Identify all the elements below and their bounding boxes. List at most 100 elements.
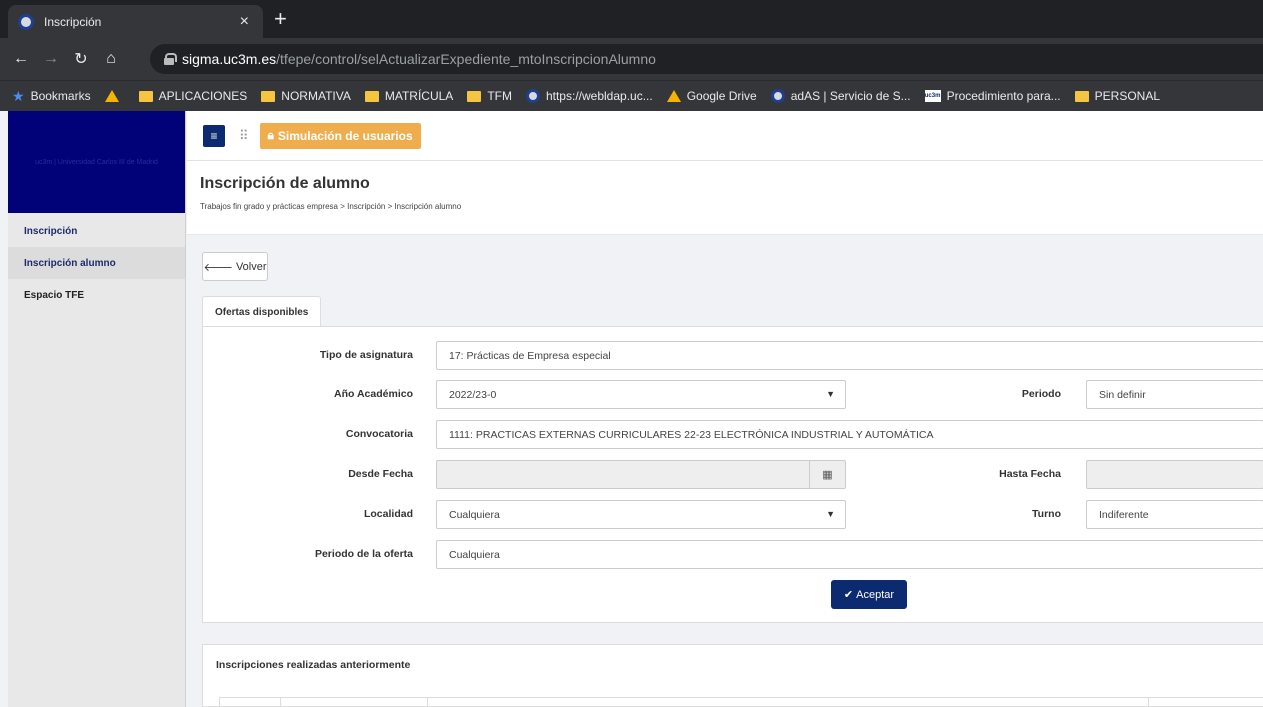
convocatoria-value: 1111: PRACTICAS EXTERNAS CURRICULARES 22… [449, 428, 934, 441]
checkmark-icon: ✔ [843, 589, 854, 601]
previous-registrations-table [219, 697, 1263, 707]
tipo-asignatura-value: 17: Prácticas de Empresa especial [449, 349, 611, 362]
anio-academico-select[interactable]: 2022/23-0 ▼ [436, 380, 846, 409]
bookmark-drive-shortcut[interactable] [104, 90, 125, 102]
bookmark-google-drive[interactable]: Google Drive [666, 89, 757, 103]
sidebar-item-label: Inscripción alumno [24, 257, 116, 269]
tipo-asignatura-label: Tipo de asignatura [319, 349, 413, 361]
url-path: /tfepe/control/selActualizarExpediente_m… [276, 51, 656, 67]
new-tab-icon[interactable]: + [274, 8, 287, 30]
previous-registrations-panel: Inscripciones realizadas anteriormente [202, 644, 1263, 707]
bookmark-label: Bookmarks [30, 89, 91, 103]
breadcrumb: Trabajos fin grado y prácticas empresa >… [200, 202, 462, 211]
anio-academico-value: 2022/23-0 [449, 388, 497, 401]
brand-text: uc3m | Universidad Carlos III de Madrid [35, 158, 158, 166]
bookmark-procedimiento[interactable]: uc3m Procedimiento para... [924, 89, 1061, 103]
previous-registrations-title: Inscripciones realizadas anteriormente [216, 659, 411, 671]
bookmark-tfm[interactable]: TFM [467, 89, 512, 103]
hasta-fecha-label: Hasta Fecha [999, 468, 1061, 480]
bookmarks-bar: ★ Bookmarks APLICACIONES NORMATIVA MATRÍC… [0, 80, 1263, 111]
bookmark-label: MATRÍCULA [384, 89, 454, 103]
bookmark-personal[interactable]: PERSONAL [1074, 89, 1160, 103]
bookmark-adas[interactable]: adAS | Servicio de S... [770, 89, 911, 103]
turno-value: Indiferente [1099, 508, 1149, 521]
sidebar-item-label: Inscripción [24, 225, 78, 237]
page-title: Inscripción de alumno [200, 175, 370, 192]
localidad-select[interactable]: Cualquiera ▼ [436, 500, 846, 529]
convocatoria-label: Convocatoria [345, 428, 413, 440]
user-simulation-label: Simulación de usuarios [277, 128, 413, 143]
reload-icon[interactable]: ↻ [66, 49, 96, 69]
google-drive-icon [104, 90, 119, 102]
anio-academico-label: Año Académico [334, 388, 413, 400]
periodo-oferta-field[interactable]: Cualquiera [436, 540, 1263, 569]
google-drive-icon [666, 90, 681, 102]
bookmark-label: Procedimiento para... [946, 89, 1061, 103]
sidebar-item-inscripcion[interactable]: Inscripción [8, 215, 185, 247]
desde-fecha-input[interactable]: ▦ [436, 460, 846, 489]
periodo-label: Periodo [1021, 388, 1061, 400]
back-arrow-icon[interactable]: ← [6, 50, 36, 68]
bookmark-label: https://webldap.uc... [545, 89, 653, 103]
close-tab-icon[interactable]: × [240, 13, 249, 31]
localidad-value: Cualquiera [449, 508, 500, 521]
folder-icon [364, 90, 379, 102]
folder-icon [138, 90, 153, 102]
bookmark-matricula[interactable]: MATRÍCULA [364, 89, 454, 103]
tab-label: Ofertas disponibles [215, 306, 309, 318]
localidad-label: Localidad [363, 508, 413, 520]
sidebar-item-inscripcion-alumno[interactable]: Inscripción alumno [8, 247, 185, 279]
browser-tab[interactable]: Inscripción × [8, 5, 263, 38]
bookmark-normativa[interactable]: NORMATIVA [261, 89, 351, 103]
page-header: Inscripción de alumno Trabajos fin grado… [187, 161, 1263, 235]
url-host: sigma.uc3m.es [182, 51, 277, 67]
bookmark-webldap[interactable]: https://webldap.uc... [525, 89, 653, 103]
star-icon: ★ [12, 87, 25, 104]
tab-ofertas-disponibles[interactable]: Ofertas disponibles [202, 296, 322, 327]
browser-tab-strip: Inscripción × + [0, 0, 1263, 38]
folder-icon [261, 90, 276, 102]
table-column-divider [427, 698, 428, 707]
periodo-oferta-value: Cualquiera [449, 548, 500, 561]
back-button[interactable]: 🡐 Volver [202, 252, 268, 281]
bookmark-label: PERSONAL [1094, 89, 1160, 103]
chevron-down-icon: ▼ [826, 389, 835, 399]
site-favicon-icon [18, 13, 34, 30]
turno-field[interactable]: Indiferente [1086, 500, 1263, 529]
lock-icon: 🔒︎ [267, 128, 274, 142]
app-sidebar: uc3m | Universidad Carlos III de Madrid … [8, 111, 186, 707]
globe-icon [770, 89, 785, 103]
sidebar-item-label: Espacio TFE [24, 289, 85, 301]
globe-icon [525, 89, 540, 103]
bookmark-label: adAS | Servicio de S... [790, 89, 911, 103]
apps-grid-icon[interactable]: ⠿ [239, 128, 248, 144]
calendar-icon[interactable]: ▦ [809, 461, 845, 488]
hamburger-icon: ≡ [210, 128, 218, 143]
uc3m-icon: uc3m [924, 90, 941, 102]
hasta-fecha-input[interactable] [1086, 460, 1263, 489]
desde-fecha-label: Desde Fecha [348, 468, 413, 480]
tipo-asignatura-field[interactable]: 17: Prácticas de Empresa especial [436, 341, 1263, 370]
back-button-label: Volver [235, 260, 267, 273]
bookmark-bookmarks[interactable]: ★ Bookmarks [12, 88, 91, 105]
turno-label: Turno [1032, 508, 1061, 520]
bookmark-aplicaciones[interactable]: APLICACIONES [138, 89, 248, 103]
home-icon[interactable]: ⌂ [96, 50, 126, 68]
browser-tab-title: Inscripción [44, 14, 102, 29]
table-column-divider [280, 698, 281, 707]
sidebar-item-espacio-tfe[interactable]: Espacio TFE [8, 279, 185, 311]
bookmark-label: APLICACIONES [158, 89, 248, 103]
menu-toggle-button[interactable]: ≡ [203, 124, 225, 147]
convocatoria-field[interactable]: 1111: PRACTICAS EXTERNAS CURRICULARES 22… [436, 420, 1263, 449]
accept-button[interactable]: ✔ Aceptar [831, 580, 907, 609]
browser-toolbar: ← → ↻ ⌂ sigma.uc3m.es/tfepe/control/selA… [0, 38, 1263, 80]
periodo-value: Sin definir [1099, 388, 1146, 401]
table-column-divider [1148, 698, 1149, 707]
periodo-field[interactable]: Sin definir [1086, 380, 1263, 409]
folder-icon [467, 90, 482, 102]
lock-icon [164, 53, 177, 65]
app-topbar: ≡ ⠿ 🔒︎ Simulación de usuarios [187, 111, 1263, 161]
forward-arrow-icon[interactable]: → [36, 50, 66, 68]
user-simulation-button[interactable]: 🔒︎ Simulación de usuarios [259, 122, 421, 149]
address-bar[interactable]: sigma.uc3m.es/tfepe/control/selActualiza… [150, 44, 1263, 74]
